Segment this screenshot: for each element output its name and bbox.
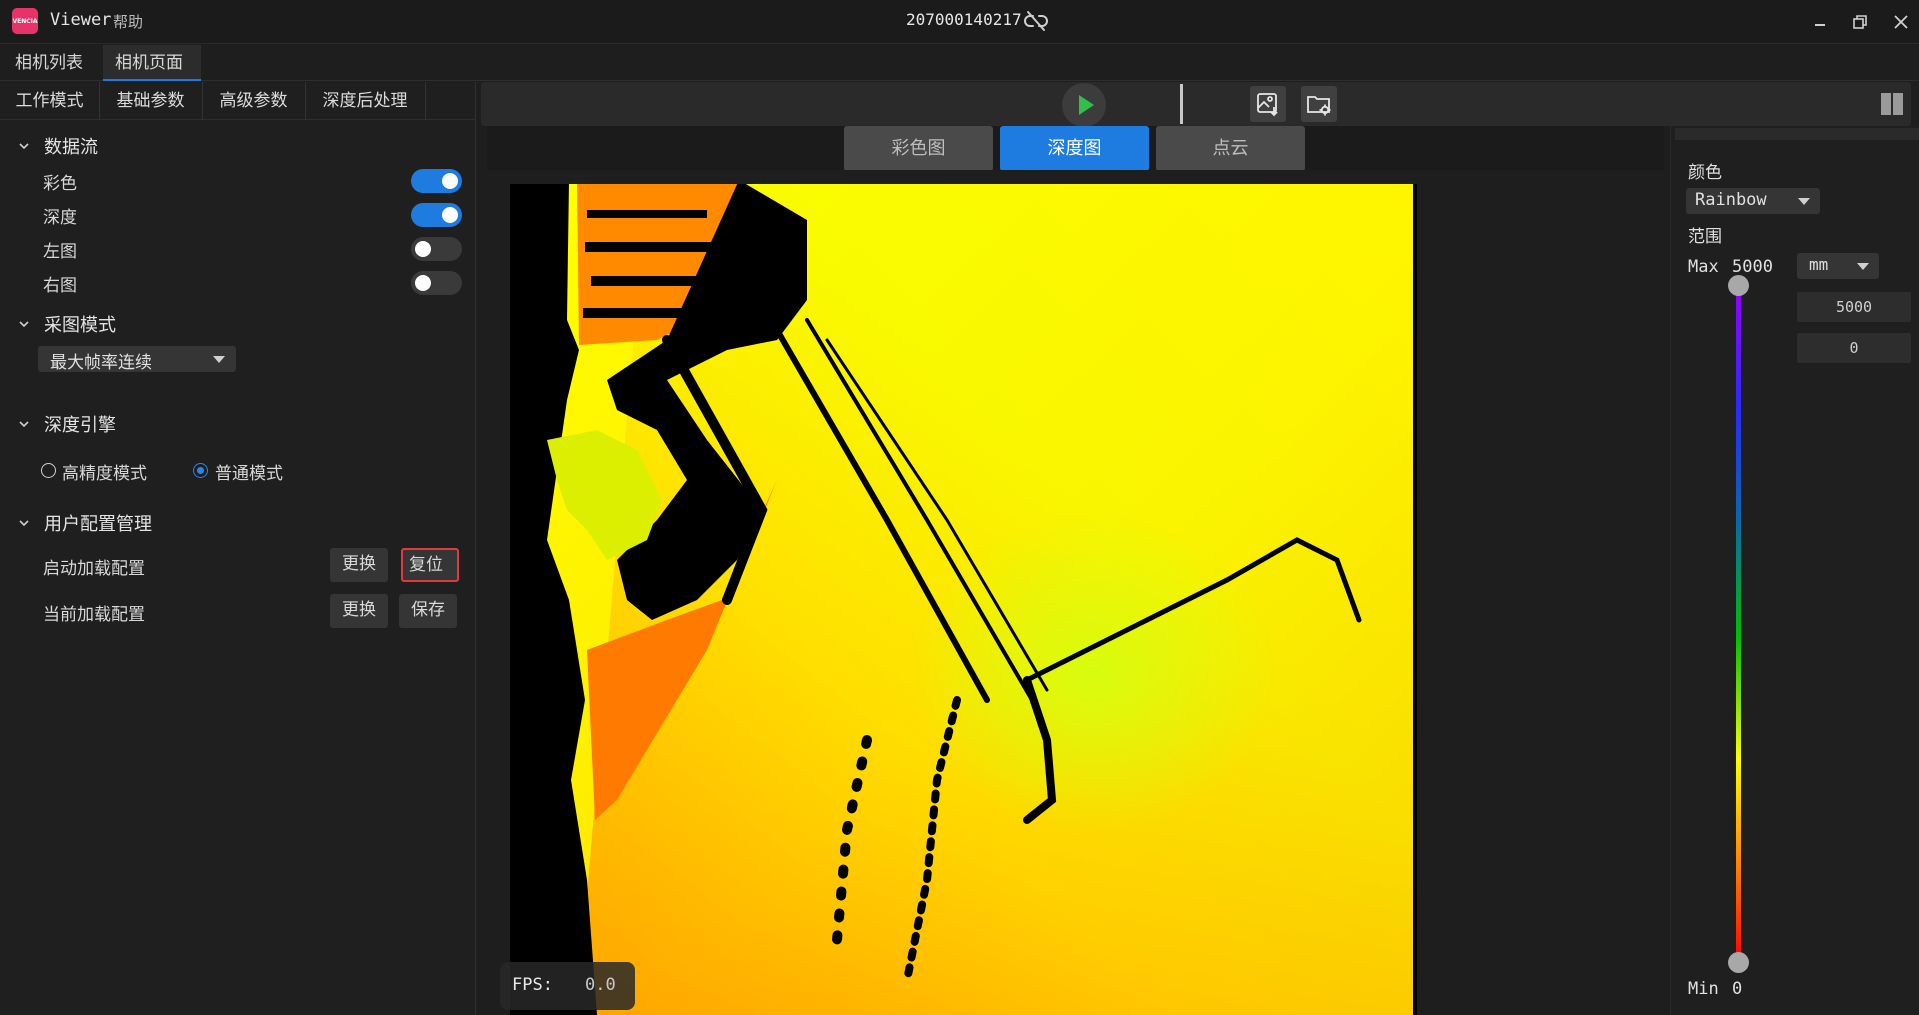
section-data-stream[interactable]: 数据流 xyxy=(18,133,98,159)
range-max-input[interactable] xyxy=(1797,292,1911,322)
chevron-down-icon xyxy=(19,520,29,527)
folder-settings-button[interactable] xyxy=(1301,86,1337,122)
fps-value: 0.0 xyxy=(585,975,616,995)
radio-high-precision[interactable] xyxy=(41,463,56,478)
top-tab-bar: 相机列表 相机页面 xyxy=(0,45,1919,81)
close-icon xyxy=(1894,15,1908,29)
max-label: Max xyxy=(1688,257,1719,277)
depth-map-graphic xyxy=(507,180,1637,1015)
section-capture-mode[interactable]: 采图模式 xyxy=(18,311,116,337)
tab-camera-page[interactable]: 相机页面 xyxy=(103,45,201,81)
toggle-knob xyxy=(442,207,458,223)
play-button[interactable] xyxy=(1062,83,1106,127)
minimize-icon xyxy=(1815,24,1825,26)
chevron-down-icon xyxy=(19,321,29,328)
capture-mode-select[interactable]: 最大帧率连续 xyxy=(38,346,236,373)
colorbar-gradient xyxy=(1736,286,1741,962)
range-max-handle[interactable] xyxy=(1728,275,1749,296)
toggle-knob xyxy=(415,275,431,291)
toolbar xyxy=(481,82,1911,126)
right-panel-header xyxy=(1675,128,1919,140)
section-title: 深度引擎 xyxy=(44,415,116,436)
startup-config-change-button[interactable]: 更换 xyxy=(330,548,388,582)
settings-tab-bar: 工作模式 基础参数 高级参数 深度后处理 xyxy=(0,82,476,120)
tab-basic-params[interactable]: 基础参数 xyxy=(99,82,203,120)
chevron-down-icon xyxy=(19,421,29,428)
app-logo-text: VENCIA xyxy=(12,17,38,25)
section-depth-engine[interactable]: 深度引擎 xyxy=(18,411,116,437)
save-image-button[interactable] xyxy=(1250,86,1286,122)
tab-advanced-params[interactable]: 高级参数 xyxy=(202,82,306,120)
device-serial: 207000140217 xyxy=(906,10,1022,29)
max-value: 5000 xyxy=(1732,257,1773,277)
min-value: 0 xyxy=(1732,979,1743,999)
section-title: 数据流 xyxy=(44,137,98,158)
toggle-knob xyxy=(442,173,458,189)
stream-label-depth: 深度 xyxy=(43,208,77,228)
chevron-down-icon xyxy=(19,143,29,150)
range-min-input[interactable] xyxy=(1797,333,1911,363)
tab-work-mode[interactable]: 工作模式 xyxy=(0,82,100,120)
toggle-right-stream[interactable] xyxy=(411,271,462,295)
tab-color-image[interactable]: 彩色图 xyxy=(844,126,993,171)
startup-config-reset-button[interactable]: 复位 xyxy=(401,548,459,582)
section-title: 用户配置管理 xyxy=(44,514,152,535)
toggle-color-stream[interactable] xyxy=(411,169,462,193)
radio-normal-mode[interactable] xyxy=(193,463,208,478)
tab-point-cloud[interactable]: 点云 xyxy=(1156,126,1305,171)
toggle-knob xyxy=(415,241,431,257)
range-label: 范围 xyxy=(1688,227,1722,247)
current-config-save-button[interactable]: 保存 xyxy=(399,594,457,628)
panel-toggle-icon[interactable] xyxy=(1880,92,1904,116)
minimize-button[interactable] xyxy=(1803,8,1837,36)
min-label: Min xyxy=(1688,979,1719,999)
color-label: 颜色 xyxy=(1688,163,1722,183)
dropdown-arrow-icon xyxy=(1857,263,1869,270)
current-config-change-button[interactable]: 更换 xyxy=(330,594,388,628)
tab-depth-postprocess[interactable]: 深度后处理 xyxy=(305,82,426,120)
folder-gear-icon xyxy=(1307,96,1331,116)
unlink-icon[interactable] xyxy=(1024,10,1048,32)
stream-label-left: 左图 xyxy=(43,242,77,262)
restore-icon xyxy=(1853,15,1867,29)
startup-config-label: 启动加载配置 xyxy=(43,559,145,579)
dropdown-arrow-icon xyxy=(1798,198,1810,205)
dropdown-arrow-icon xyxy=(213,356,225,363)
app-logo: VENCIA xyxy=(12,8,38,34)
section-title: 采图模式 xyxy=(44,315,116,336)
radio-label-normal-mode: 普通模式 xyxy=(215,464,283,484)
tab-depth-image[interactable]: 深度图 xyxy=(1000,126,1149,171)
stream-label-color: 彩色 xyxy=(43,174,77,194)
app-name: Viewer xyxy=(50,10,112,30)
restore-button[interactable] xyxy=(1843,8,1877,36)
unit-select[interactable]: mm xyxy=(1797,253,1879,279)
colormap-value: Rainbow xyxy=(1695,190,1767,210)
fps-label: FPS: xyxy=(512,975,553,995)
unit-value: mm xyxy=(1809,255,1829,274)
toolbar-divider xyxy=(1180,84,1183,124)
toggle-depth-stream[interactable] xyxy=(411,203,462,227)
depth-image[interactable] xyxy=(507,180,1637,1015)
fps-overlay: FPS: 0.0 xyxy=(500,962,635,1010)
stream-label-right: 右图 xyxy=(43,276,77,296)
play-icon xyxy=(1079,95,1094,115)
toggle-left-stream[interactable] xyxy=(411,237,462,261)
close-button[interactable] xyxy=(1884,8,1918,36)
colormap-select[interactable]: Rainbow xyxy=(1686,188,1820,214)
range-min-handle[interactable] xyxy=(1728,952,1749,973)
radio-label-high-precision: 高精度模式 xyxy=(62,464,147,484)
capture-mode-value: 最大帧率连续 xyxy=(50,353,152,373)
help-menu[interactable]: 帮助 xyxy=(113,11,143,32)
image-download-icon xyxy=(1257,93,1278,117)
current-config-label: 当前加载配置 xyxy=(43,605,145,625)
section-user-config[interactable]: 用户配置管理 xyxy=(18,510,152,536)
